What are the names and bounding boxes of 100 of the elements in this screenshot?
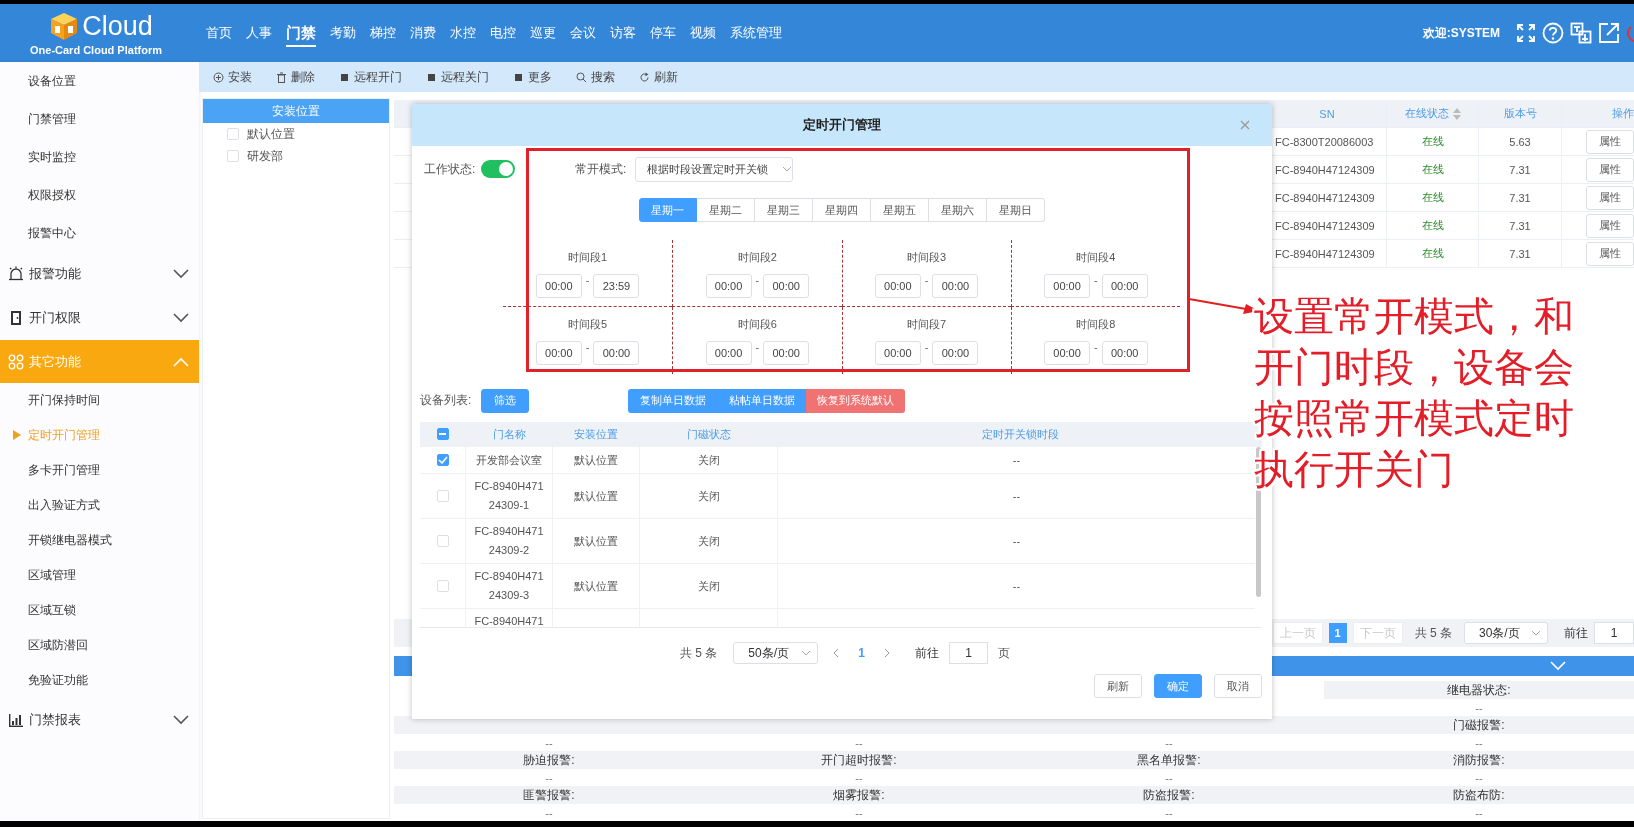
sidebar-group[interactable]: 报警功能 — [0, 252, 199, 296]
weekday-tab[interactable]: 星期三 — [754, 198, 813, 222]
page-size-select[interactable]: 50条/页 — [733, 642, 819, 664]
previous-icon[interactable] — [832, 648, 841, 658]
mode-select[interactable]: 根据时段设置定时开关锁 — [635, 156, 794, 182]
nav-tab[interactable]: 水控 — [450, 20, 476, 46]
page-input[interactable]: 1 — [1594, 622, 1634, 644]
time-input[interactable]: 00:00 — [932, 341, 979, 365]
page-input[interactable]: 1 — [949, 642, 988, 664]
nav-tab[interactable]: 电控 — [490, 20, 516, 46]
field-label: 防盗报警: — [1014, 786, 1324, 804]
dash-text: - — [924, 341, 929, 353]
sidebar-group[interactable]: 门禁报表 — [0, 698, 199, 742]
dash-text: - — [1094, 274, 1098, 286]
page-size-select[interactable]: 30条/页 — [1464, 622, 1548, 644]
time-input[interactable]: 00:00 — [1044, 274, 1091, 298]
nav-tab[interactable]: 人事 — [246, 20, 272, 46]
time-input[interactable]: 00:00 — [874, 274, 921, 298]
weekday-tab[interactable]: 星期六 — [928, 198, 987, 222]
sidebar-item[interactable]: 报警中心 — [0, 214, 199, 252]
nav-tab[interactable]: 停车 — [650, 20, 676, 46]
next-icon[interactable] — [883, 648, 891, 658]
sidebar-item[interactable]: 出入验证方式 — [0, 488, 199, 523]
field-value: -- — [1475, 771, 1483, 784]
time-input[interactable]: 00:00 — [705, 341, 752, 365]
nav-tab[interactable]: 考勤 — [330, 20, 356, 46]
toolbar-button[interactable]: 删除 — [276, 68, 315, 86]
tree-item[interactable]: 默认位置 — [247, 125, 295, 143]
select-all-checkbox[interactable] — [436, 428, 449, 440]
sidebar-group[interactable]: 开门权限 — [0, 296, 199, 340]
sidebar-item[interactable]: 区域管理 — [0, 558, 199, 593]
time-input[interactable]: 00:00 — [535, 341, 582, 365]
help-icon[interactable] — [1542, 22, 1564, 44]
weekday-tab[interactable]: 星期日 — [986, 198, 1045, 222]
dialog-button[interactable]: 刷新 — [1094, 674, 1142, 698]
fullscreen-icon[interactable] — [1516, 23, 1536, 43]
time-input[interactable]: 00:00 — [705, 274, 752, 298]
table-cell: FC-8940H47124309 — [1275, 247, 1375, 260]
time-input[interactable]: 00:00 — [535, 274, 582, 298]
segment-label: 时间段1 — [568, 250, 608, 265]
nav-tab[interactable]: 首页 — [206, 20, 232, 46]
sidebar-item[interactable]: 多卡开门管理 — [0, 453, 199, 488]
nav-tab[interactable]: 巡更 — [530, 20, 556, 46]
segment-label: 时间段7 — [907, 317, 947, 332]
toolbar-button[interactable]: 搜索 — [576, 68, 615, 86]
field-value: -- — [1475, 806, 1483, 819]
segment-label: 时间段6 — [737, 317, 777, 332]
total-count: 共 5 条 — [1414, 624, 1452, 642]
field-value: -- — [1165, 736, 1173, 749]
external-link-icon[interactable] — [1598, 22, 1620, 44]
toolbar-button[interactable]: 远程开门 — [339, 68, 402, 86]
nav-tab[interactable]: 梯控 — [370, 20, 396, 46]
weekday-tab[interactable]: 星期四 — [812, 198, 871, 222]
properties-button[interactable]: 属性 — [1586, 213, 1634, 238]
sidebar-item[interactable]: 设备位置 — [0, 62, 199, 100]
nav-tab[interactable]: 访客 — [610, 20, 636, 46]
sidebar-item[interactable]: 权限授权 — [0, 176, 199, 214]
properties-button[interactable]: 属性 — [1586, 241, 1634, 266]
sidebar-item[interactable]: 免验证功能 — [0, 663, 199, 698]
nav-tab[interactable]: 门禁 — [286, 19, 316, 47]
dialog-button[interactable]: 取消 — [1214, 674, 1262, 698]
sidebar-group-label: 报警功能 — [29, 265, 82, 283]
nav-tab[interactable]: 系统管理 — [730, 20, 782, 46]
time-input[interactable]: 00:00 — [1044, 341, 1091, 365]
segment-label: 时间段5 — [568, 317, 608, 332]
goto-label: 前往 — [915, 644, 939, 662]
translate-icon[interactable] — [1570, 22, 1592, 44]
nav-tab[interactable]: 会议 — [570, 20, 596, 46]
time-input[interactable]: 00:00 — [593, 341, 640, 365]
time-input[interactable]: 00:00 — [763, 274, 810, 298]
weekday-tab[interactable]: 星期二 — [696, 198, 755, 222]
tree-item[interactable]: 研发部 — [247, 147, 283, 165]
sidebar-item[interactable]: 门禁管理 — [0, 100, 199, 138]
nav-tab[interactable]: 消费 — [410, 20, 436, 46]
time-input[interactable]: 00:00 — [1101, 341, 1148, 365]
toolbar-button[interactable]: 远程关门 — [426, 68, 489, 86]
toolbar-button[interactable]: 刷新 — [639, 68, 678, 86]
properties-button[interactable]: 属性 — [1586, 185, 1634, 210]
properties-button[interactable]: 属性 — [1586, 129, 1634, 154]
sidebar-item[interactable]: 开锁继电器模式 — [0, 523, 199, 558]
toolbar-button[interactable]: 更多 — [513, 68, 552, 86]
toolbar-button[interactable]: 安装 — [213, 68, 252, 86]
time-input[interactable]: 00:00 — [932, 274, 979, 298]
time-input[interactable]: 23:59 — [593, 274, 640, 298]
close-icon[interactable] — [1240, 120, 1250, 130]
properties-button[interactable]: 属性 — [1586, 157, 1634, 182]
time-input[interactable]: 00:00 — [763, 341, 810, 365]
sidebar-item[interactable]: 实时监控 — [0, 138, 199, 176]
toggle-switch[interactable] — [481, 160, 516, 178]
time-input[interactable]: 00:00 — [1101, 274, 1148, 298]
time-input[interactable]: 00:00 — [874, 341, 921, 365]
status-text: 在线 — [1421, 162, 1444, 177]
table-cell-text: -- — [1012, 578, 1021, 594]
weekday-tab[interactable]: 星期五 — [870, 198, 929, 222]
sidebar-item[interactable]: 区域互锁 — [0, 593, 199, 628]
nav-tab[interactable]: 视频 — [690, 20, 716, 46]
field-value: -- — [1165, 806, 1173, 819]
sidebar-item[interactable]: 区域防潜回 — [0, 628, 199, 663]
checkbox[interactable] — [436, 454, 449, 466]
sidebar-item[interactable]: 开门保持时间 — [0, 383, 199, 418]
